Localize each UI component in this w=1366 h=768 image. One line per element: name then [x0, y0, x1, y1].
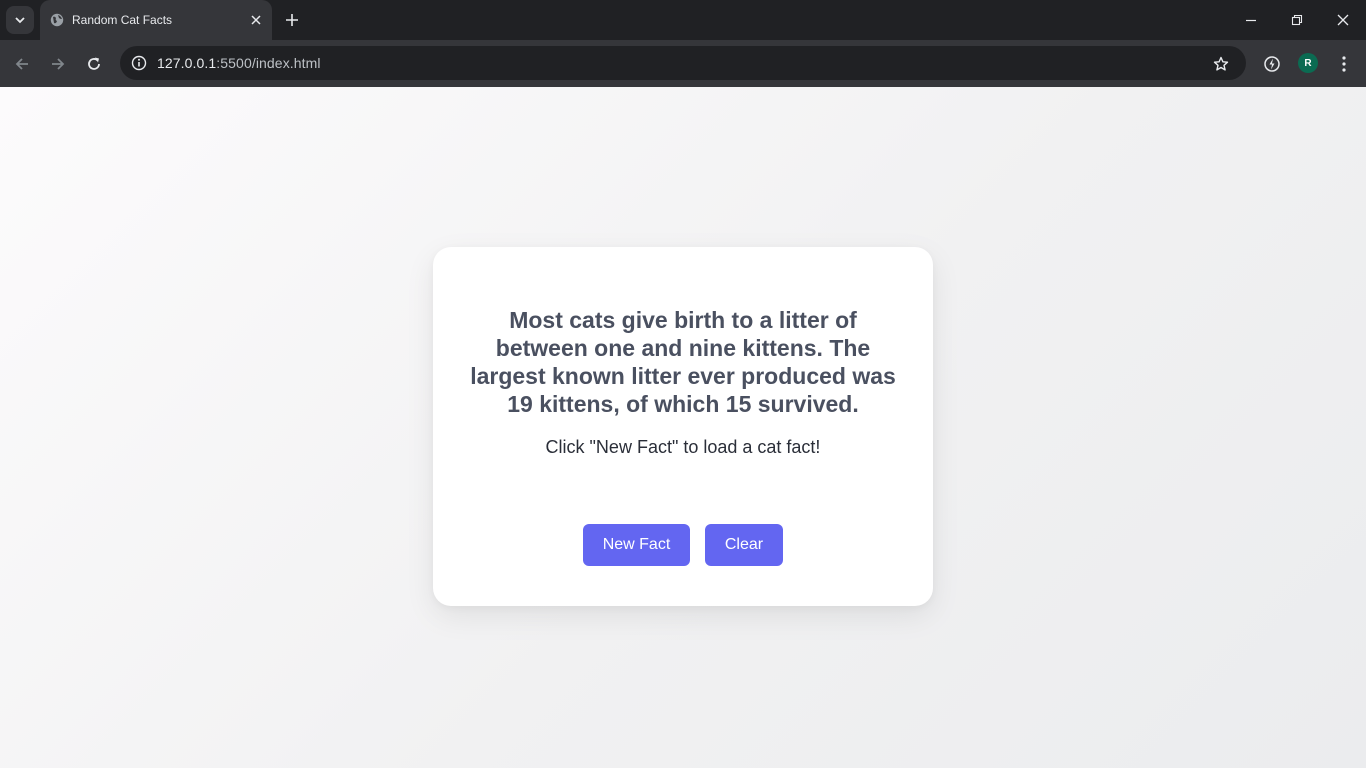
plus-icon — [286, 14, 298, 26]
window-close-button[interactable] — [1320, 0, 1366, 40]
window-close-icon — [1337, 14, 1349, 26]
clear-button[interactable]: Clear — [705, 524, 783, 566]
tab-random-cat-facts[interactable]: Random Cat Facts — [40, 0, 272, 40]
page-viewport: Most cats give birth to a litter of betw… — [0, 87, 1366, 768]
restore-button[interactable] — [1274, 0, 1320, 40]
restore-icon — [1291, 14, 1303, 26]
tab-title: Random Cat Facts — [72, 13, 173, 27]
url-path: :5500/index.html — [216, 55, 321, 71]
new-tab-button[interactable] — [282, 10, 302, 30]
globe-icon — [50, 13, 64, 27]
url-text: 127.0.0.1:5500/index.html — [157, 55, 321, 71]
cat-fact-text: Most cats give birth to a litter of betw… — [470, 307, 896, 417]
minimize-button[interactable] — [1228, 0, 1274, 40]
new-fact-button[interactable]: New Fact — [583, 524, 690, 566]
forward-arrow-icon — [52, 58, 65, 70]
star-icon — [1213, 56, 1229, 71]
reload-button[interactable] — [80, 50, 108, 78]
url-host: 127.0.0.1 — [157, 55, 217, 71]
extension-button[interactable] — [1259, 51, 1285, 77]
profile-avatar[interactable]: R — [1298, 53, 1318, 73]
browser-toolbar: 127.0.0.1:5500/index.html — [0, 40, 1366, 87]
tab-strip: Random Cat Facts — [0, 0, 1366, 40]
tab-search-icon — [15, 17, 25, 24]
site-info-button[interactable] — [128, 52, 150, 74]
hint-text: Click "New Fact" to load a cat fact! — [545, 437, 821, 457]
tab-close-button[interactable] — [248, 12, 264, 28]
browser-menu-button[interactable] — [1331, 51, 1357, 77]
menu-dots-icon — [1342, 56, 1346, 72]
close-icon — [251, 15, 261, 25]
back-button[interactable] — [8, 50, 36, 78]
back-arrow-icon — [15, 58, 28, 70]
reload-icon — [88, 57, 100, 70]
bookmark-button[interactable] — [1210, 53, 1232, 75]
tab-search-button[interactable] — [6, 6, 34, 34]
extension-icon — [1264, 56, 1280, 72]
site-info-icon — [131, 55, 147, 71]
address-bar[interactable]: 127.0.0.1:5500/index.html — [120, 46, 1246, 80]
fact-card: Most cats give birth to a litter of betw… — [433, 247, 933, 606]
minimize-icon — [1246, 19, 1256, 22]
forward-button[interactable] — [44, 50, 72, 78]
